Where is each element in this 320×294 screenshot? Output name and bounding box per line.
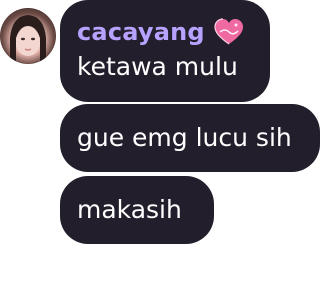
message-text: gue emg lucu sih	[77, 123, 292, 152]
message-bubble[interactable]: makasih	[60, 176, 214, 244]
author-row: cacayang	[77, 17, 245, 47]
message-bubble[interactable]: gue emg lucu sih	[60, 104, 320, 172]
avatar-image	[10, 15, 46, 64]
message-text: ketawa mulu	[77, 52, 238, 81]
heart-lollipop-badge-icon	[214, 18, 243, 45]
message-text: makasih	[77, 195, 182, 224]
author-name[interactable]: cacayang	[77, 18, 205, 46]
avatar[interactable]	[0, 8, 56, 64]
message-bubble[interactable]: cacayang ketawa mulu	[60, 0, 270, 102]
